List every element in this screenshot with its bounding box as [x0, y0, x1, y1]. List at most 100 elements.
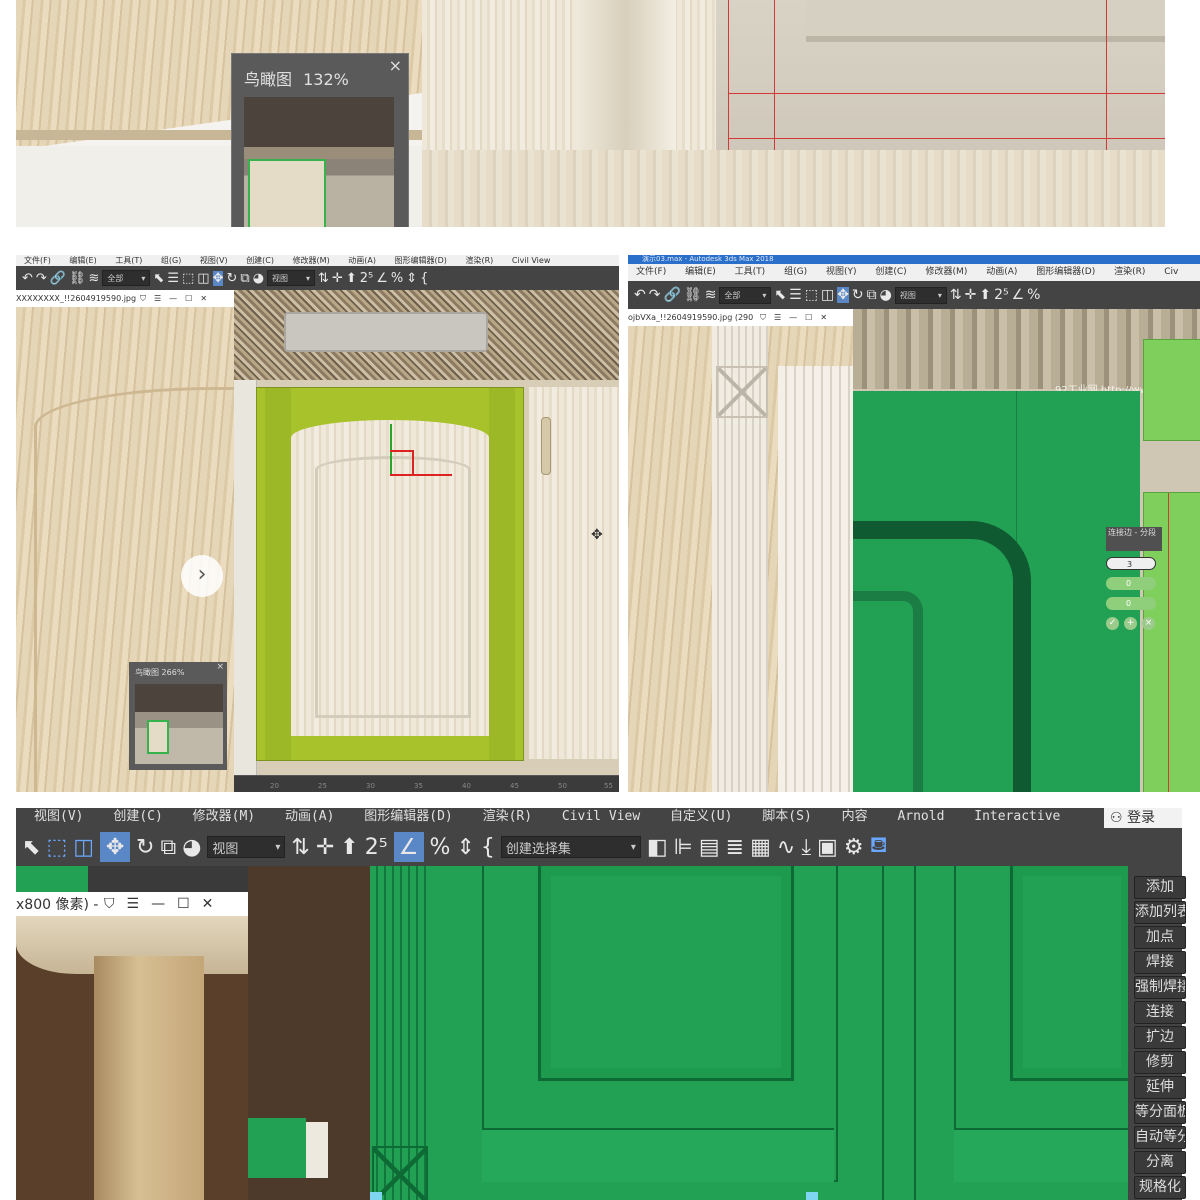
scale-icon[interactable]: ⧉: [867, 287, 877, 303]
window-crossing-icon[interactable]: ◫: [197, 271, 209, 286]
render-setup-icon[interactable]: ⚙: [844, 835, 864, 860]
cmd-weld-button[interactable]: 焊接: [1134, 951, 1186, 974]
spinner-snap-icon[interactable]: ⇕: [406, 271, 417, 286]
selection-set-dropdown[interactable]: 创建选择集 ▾: [500, 836, 641, 858]
apply-icon[interactable]: +: [1124, 617, 1137, 630]
close-icon[interactable]: ×: [389, 56, 402, 75]
menu-icon[interactable]: ☰: [154, 294, 161, 303]
select-by-name-icon[interactable]: ☰: [167, 271, 179, 286]
angle-snap-icon[interactable]: ∠: [376, 271, 388, 286]
green-side-panel-top[interactable]: [1143, 339, 1200, 441]
select-manipulate-icon[interactable]: ✛: [316, 835, 334, 860]
menu-modifiers[interactable]: 修改器(M): [926, 264, 968, 281]
scene-explorer-icon[interactable]: ▤: [699, 835, 720, 860]
move-icon[interactable]: ✥: [837, 287, 849, 303]
menu-scripting[interactable]: 脚本(S): [762, 809, 811, 824]
rotate-icon[interactable]: ↻: [852, 287, 864, 303]
bind-spacewarp-icon[interactable]: ≋: [89, 271, 100, 286]
cmd-force-weld-button[interactable]: 强制焊接: [1134, 976, 1186, 999]
named-selection-icon[interactable]: {: [420, 271, 428, 286]
menu-rendering[interactable]: 渲染(R): [465, 255, 493, 266]
material-editor-icon[interactable]: ▣: [817, 835, 838, 860]
rect-selection-icon[interactable]: ⬚: [46, 835, 67, 860]
connect-edges-caddy[interactable]: 连接边 - 分段 3 0 0 ✓ + ×: [1106, 527, 1162, 633]
menu-create[interactable]: 创建(C): [875, 264, 906, 281]
menu-civil-view[interactable]: Civil View: [562, 809, 640, 824]
menu-animation[interactable]: 动画(A): [986, 264, 1017, 281]
render-frame-icon[interactable]: ⛾: [870, 833, 888, 861]
undo-icon[interactable]: ↶: [22, 271, 33, 286]
curve-editor-icon[interactable]: ∿: [777, 835, 795, 860]
bind-spacewarp-icon[interactable]: ≋: [705, 287, 717, 303]
redo-icon[interactable]: ↷: [36, 271, 47, 286]
angle-snap-icon[interactable]: ∠: [1012, 287, 1025, 303]
cmd-auto-divide-button[interactable]: 自动等分: [1134, 1126, 1186, 1149]
shirt-icon[interactable]: ⛉: [140, 294, 146, 304]
login-button[interactable]: ⚇ 登录: [1104, 808, 1182, 828]
layer-explorer-icon[interactable]: ≣: [726, 835, 744, 860]
select-by-name-icon[interactable]: ☰: [789, 287, 802, 303]
viewport[interactable]: ✥: [234, 290, 619, 775]
cmd-trim-button[interactable]: 修剪: [1134, 1051, 1186, 1074]
spinner-snap-icon[interactable]: ⇕: [456, 835, 474, 860]
birdseye-thumbnail[interactable]: [244, 97, 394, 227]
timeline-ruler[interactable]: 20 25 30 35 40 45 50 55: [234, 775, 619, 792]
menu-create[interactable]: 创建(C): [113, 809, 162, 824]
select-manipulate-icon[interactable]: ✛: [965, 287, 977, 303]
green-cabinet-model[interactable]: [370, 866, 1131, 1200]
percent-snap-icon[interactable]: %: [1027, 287, 1040, 303]
menu-graph-editors[interactable]: 图形编辑器(D): [1036, 264, 1095, 281]
maximize-icon[interactable]: ☐: [185, 294, 192, 303]
segments-field[interactable]: 3: [1106, 557, 1156, 570]
menu-create[interactable]: 创建(C): [246, 255, 274, 266]
birdseye-thumbnail[interactable]: [135, 684, 223, 764]
menu-animation[interactable]: 动画(A): [348, 255, 376, 266]
viewport-frame[interactable]: [147, 720, 169, 754]
next-arrow-button[interactable]: ›: [181, 555, 223, 597]
menu-modifiers[interactable]: 修改器(M): [293, 255, 330, 266]
close-icon[interactable]: ✕: [200, 294, 207, 303]
angle-snap-icon[interactable]: ∠: [393, 832, 424, 862]
select-object-icon[interactable]: ⬉: [153, 271, 164, 286]
selection-filter-dropdown[interactable]: 全部 ▾: [102, 270, 151, 286]
keyboard-shortcut-icon[interactable]: ⬆: [346, 271, 357, 286]
menu-views[interactable]: 视图(Y): [826, 264, 857, 281]
place-icon[interactable]: ◕: [253, 271, 264, 286]
cmd-normalize-button[interactable]: 规格化: [1134, 1176, 1186, 1199]
menu-arnold[interactable]: Arnold: [897, 809, 944, 824]
viewport[interactable]: 92工业网 http://www.92gyw 连接边 - 分段 3 0 0 ✓ …: [853, 309, 1200, 792]
align-icon[interactable]: ⊫: [674, 835, 693, 860]
ok-icon[interactable]: ✓: [1106, 617, 1119, 630]
birdseye-window[interactable]: 鸟瞰图 266% ×: [129, 662, 227, 770]
cmd-connect-button[interactable]: 连接: [1134, 1001, 1186, 1024]
menu-modifiers[interactable]: 修改器(M): [193, 809, 255, 824]
minimize-icon[interactable]: —: [789, 313, 797, 322]
menu-icon[interactable]: ☰: [127, 896, 140, 912]
link-icon[interactable]: 🔗: [663, 287, 680, 303]
menu-edit[interactable]: 编辑(E): [685, 264, 716, 281]
shirt-icon[interactable]: ⛉: [104, 896, 115, 912]
schematic-view-icon[interactable]: ⤓: [801, 835, 811, 860]
menu-views[interactable]: 视图(V): [34, 809, 83, 824]
move-icon[interactable]: ✥: [212, 270, 224, 286]
menu-file[interactable]: 文件(F): [636, 264, 666, 281]
close-icon[interactable]: ✕: [202, 896, 214, 912]
link-icon[interactable]: 🔗: [50, 271, 66, 286]
green-door-model[interactable]: [853, 391, 1140, 792]
cmd-divide-panel-button[interactable]: 等分面板: [1134, 1101, 1186, 1124]
pivot-icon[interactable]: ⇅: [291, 835, 309, 860]
slide-field[interactable]: 0: [1106, 597, 1156, 610]
menu-tools[interactable]: 工具(T): [735, 264, 766, 281]
close-icon[interactable]: ×: [216, 662, 224, 672]
cmd-add-list-button[interactable]: 添加列表: [1134, 901, 1186, 924]
menu-animation[interactable]: 动画(A): [285, 809, 334, 824]
menu-group[interactable]: 组(G): [161, 255, 181, 266]
pinch-field[interactable]: 0: [1106, 577, 1156, 590]
maximize-icon[interactable]: ☐: [177, 896, 190, 912]
keyboard-shortcut-icon[interactable]: ⬆: [979, 287, 991, 303]
menu-rendering[interactable]: 渲染(R): [483, 809, 532, 824]
keyboard-shortcut-icon[interactable]: ⬆: [340, 835, 358, 860]
menu-graph-editors[interactable]: 图形编辑器(D): [364, 809, 452, 824]
pivot-icon[interactable]: ⇅: [950, 287, 962, 303]
cmd-add-button[interactable]: 添加: [1134, 876, 1186, 899]
